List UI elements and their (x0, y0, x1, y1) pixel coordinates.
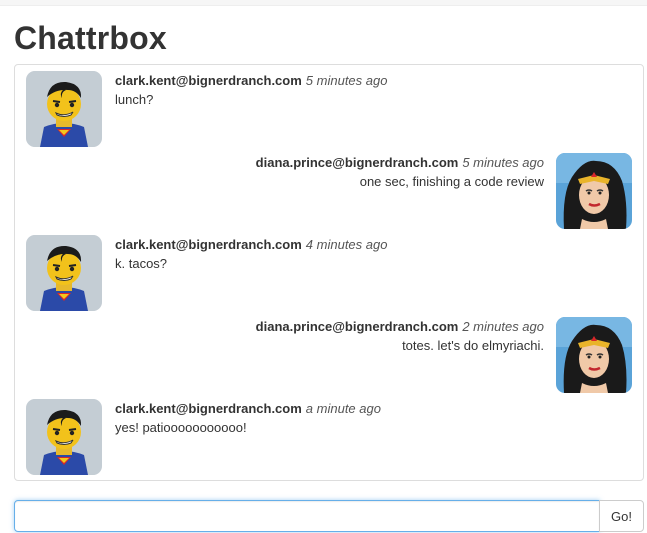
chat-panel: clark.kent@bignerdranch.com 5 minutes ago… (14, 64, 644, 481)
message-sender: diana.prince@bignerdranch.com (255, 319, 459, 334)
message-time: 5 minutes ago (305, 73, 388, 88)
message-meta: clark.kent@bignerdranch.com 5 minutes ago (115, 73, 387, 88)
message-item: diana.prince@bignerdranch.com 2 minutes a… (15, 313, 643, 395)
message-composer: Go! (14, 500, 644, 532)
message-meta: clark.kent@bignerdranch.com a minute ago (115, 401, 381, 416)
message-text: lunch? (115, 92, 154, 107)
superman-avatar (26, 235, 102, 311)
message-sender: diana.prince@bignerdranch.com (255, 155, 459, 170)
message-time: 2 minutes ago (462, 319, 544, 334)
message-text: k. tacos? (115, 256, 168, 271)
message-meta: diana.prince@bignerdranch.com 2 minutes a… (256, 319, 544, 334)
superman-avatar (26, 71, 102, 147)
message-text: one sec, finishing a code review (359, 174, 544, 189)
message-item: clark.kent@bignerdranch.com 4 minutes ago… (15, 231, 643, 313)
message-sender: clark.kent@bignerdranch.com (115, 401, 302, 416)
app-title: Chattrbox (14, 20, 167, 56)
go-button[interactable]: Go! (599, 500, 644, 532)
message-meta: clark.kent@bignerdranch.com 4 minutes ago (115, 237, 387, 252)
message-item: clark.kent@bignerdranch.com a minute ago … (15, 395, 643, 477)
message-sender: clark.kent@bignerdranch.com (115, 237, 302, 252)
message-time: 5 minutes ago (462, 155, 544, 170)
wonder-woman-avatar (556, 153, 632, 229)
message-meta: diana.prince@bignerdranch.com 5 minutes a… (256, 155, 544, 170)
message-item: diana.prince@bignerdranch.com 5 minutes a… (15, 149, 643, 231)
message-item: clark.kent@bignerdranch.com 5 minutes ago… (15, 67, 643, 149)
message-sender: clark.kent@bignerdranch.com (115, 73, 302, 88)
top-strip (0, 0, 647, 6)
superman-avatar (26, 399, 102, 475)
message-time: 4 minutes ago (305, 237, 388, 252)
message-text: totes. let's do elmyriachi. (402, 338, 544, 353)
message-time: a minute ago (305, 401, 381, 416)
message-text: yes! patiooooooooooo! (115, 420, 247, 435)
message-input[interactable] (14, 500, 600, 532)
wonder-woman-avatar (556, 317, 632, 393)
